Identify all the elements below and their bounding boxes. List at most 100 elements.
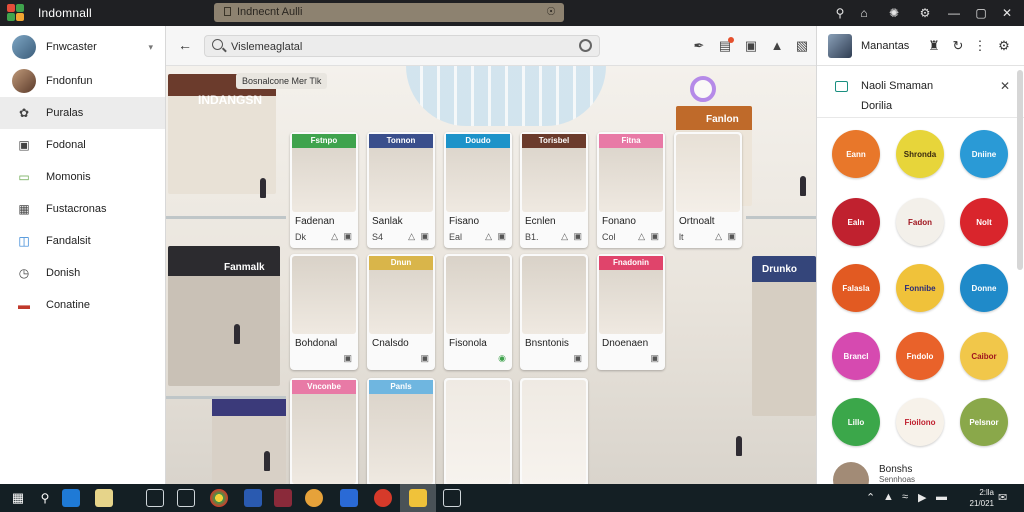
image-icon[interactable]: ▣: [742, 37, 760, 55]
right-panel-footer[interactable]: Bonshs Sennhoas: [817, 458, 1017, 498]
calendar-app-icon[interactable]: [177, 489, 195, 507]
bookmark-icon[interactable]: △: [638, 231, 645, 242]
browser-app-icon[interactable]: [62, 489, 80, 507]
battery-icon[interactable]: ▬: [936, 491, 947, 503]
bookmark-icon[interactable]: △: [485, 231, 492, 242]
more-icon[interactable]: ▣: [420, 231, 429, 242]
collapse-icon[interactable]: ✕: [1000, 79, 1010, 93]
gallery-card[interactable]: Doudo Fisano Eal △ ▣: [444, 132, 512, 248]
search-box[interactable]: [204, 35, 600, 57]
notes-icon[interactable]: ▤: [716, 37, 734, 55]
chevron-up-icon[interactable]: ⌃: [866, 491, 875, 504]
highlight-ring-icon[interactable]: [690, 76, 716, 102]
sidebar-item-puralas[interactable]: ✿ Puralas: [0, 97, 165, 129]
sticker-item[interactable]: Fonnibe: [896, 264, 944, 312]
network-icon[interactable]: ▲: [883, 491, 894, 503]
address-bar[interactable]: Indnecnt Aulli ☉: [214, 3, 564, 22]
home-icon[interactable]: ⌂: [855, 4, 873, 22]
more-vertical-icon[interactable]: ⋮: [971, 37, 989, 55]
gallery-card[interactable]: Fitna Fonano Col △ ▣: [597, 132, 665, 248]
gallery-card[interactable]: Fstnpo Fadenan Dk △ ▣: [290, 132, 358, 248]
music-app-icon[interactable]: [374, 489, 392, 507]
gallery-card[interactable]: Tonnon Sanlak S4 △ ▣: [367, 132, 435, 248]
sticker-item[interactable]: Brancl: [832, 332, 880, 380]
notification-icon[interactable]: ✉: [998, 491, 1007, 504]
mall-image-viewer[interactable]: INDANGSN Fanmalk Fanlon Drunko Bosnalcon…: [166, 66, 816, 484]
sticker-item[interactable]: Nolt: [960, 198, 1008, 246]
compass-icon[interactable]: ✺: [885, 4, 903, 22]
start-menu-icon[interactable]: ▦: [9, 489, 27, 507]
more-icon[interactable]: ▣: [497, 231, 506, 242]
more-icon[interactable]: ▣: [573, 353, 582, 364]
scrollbar[interactable]: [1017, 70, 1023, 270]
more-icon[interactable]: ▣: [650, 231, 659, 242]
gallery-card[interactable]: Bohdonal ▣: [290, 254, 358, 370]
sidebar-item-conatine[interactable]: ▬ Conatine: [0, 289, 165, 321]
bookmark-icon[interactable]: △: [408, 231, 415, 242]
bookmark-icon[interactable]: △: [331, 231, 338, 242]
gallery-card[interactable]: Ortnoalt lt △ ▣: [674, 132, 742, 248]
sidebar-item-profile[interactable]: Fnwcaster ▾: [0, 31, 165, 63]
sticker-item[interactable]: Falasla: [832, 264, 880, 312]
share-icon[interactable]: ▲: [768, 37, 786, 55]
check-icon[interactable]: ◉: [498, 353, 506, 364]
sidebar-item-fandalsit[interactable]: ◫ Fandalsit: [0, 225, 165, 257]
minimize-button[interactable]: —: [945, 4, 963, 22]
more-icon[interactable]: ▣: [573, 231, 582, 242]
gallery-card[interactable]: Bnsntonis ▣: [520, 254, 588, 370]
wifi-icon[interactable]: ≈: [902, 491, 908, 503]
shield-icon[interactable]: ♜: [925, 37, 943, 55]
gear-icon[interactable]: ⚙: [995, 37, 1013, 55]
gallery-card[interactable]: Fnadonin Dnoenaen ▣: [597, 254, 665, 370]
sticker-item[interactable]: Fadon: [896, 198, 944, 246]
gallery-card[interactable]: [520, 378, 588, 484]
sticker-item[interactable]: Lillo: [832, 398, 880, 446]
system-clock[interactable]: 2:lla 21/021: [954, 487, 994, 509]
more-icon[interactable]: ▣: [343, 231, 352, 242]
sidebar-item-fustacronas[interactable]: ▦ Fustacronas: [0, 193, 165, 225]
file-explorer-icon[interactable]: [409, 489, 427, 507]
sidebar-item-donish[interactable]: ◷ Donish: [0, 257, 165, 289]
volume-icon[interactable]: ▶: [918, 491, 926, 504]
media-app-icon[interactable]: [274, 489, 292, 507]
filter-icon[interactable]: [579, 39, 592, 52]
bookmark-icon[interactable]: △: [715, 231, 722, 242]
gallery-card[interactable]: Fisonola ◉: [444, 254, 512, 370]
bookmark-icon[interactable]: △: [561, 231, 568, 242]
sidebar-item-momonis[interactable]: ▭ Momonis: [0, 161, 165, 193]
more-icon[interactable]: ▣: [650, 353, 659, 364]
gallery-card[interactable]: Vnconbe: [290, 378, 358, 484]
sticker-item[interactable]: Shronda: [896, 130, 944, 178]
sticker-item[interactable]: Dniine: [960, 130, 1008, 178]
gallery-card[interactable]: Panls: [367, 378, 435, 484]
sticker-item[interactable]: Ealn: [832, 198, 880, 246]
chevron-down-icon[interactable]: ▾: [148, 42, 153, 53]
notes-app-icon[interactable]: [95, 489, 113, 507]
gallery-card[interactable]: Dnun Cnalsdo ▣: [367, 254, 435, 370]
sticker-item[interactable]: Eann: [832, 130, 880, 178]
editor-app-icon[interactable]: [340, 489, 358, 507]
more-icon[interactable]: ▣: [343, 353, 352, 364]
sticker-item[interactable]: Caibor: [960, 332, 1008, 380]
close-button[interactable]: ✕: [998, 4, 1016, 22]
word-app-icon[interactable]: [244, 489, 262, 507]
sticker-item[interactable]: Donne: [960, 264, 1008, 312]
gallery-card[interactable]: [444, 378, 512, 484]
security-app-icon[interactable]: [443, 489, 461, 507]
sticker-item[interactable]: Fioilono: [896, 398, 944, 446]
photos-app-icon[interactable]: [305, 489, 323, 507]
chrome-app-icon[interactable]: [210, 489, 228, 507]
avatar[interactable]: [828, 34, 852, 58]
back-arrow-icon[interactable]: ←: [176, 36, 194, 54]
sidebar-item-account[interactable]: Fndonfun: [0, 65, 165, 97]
search-icon[interactable]: ⚲: [36, 489, 54, 507]
refresh-icon[interactable]: ↻: [949, 37, 967, 55]
store-app-icon[interactable]: [146, 489, 164, 507]
sticker-item[interactable]: Pelsnor: [960, 398, 1008, 446]
maximize-button[interactable]: ▢: [972, 4, 990, 22]
settings-icon[interactable]: ⚙: [916, 4, 934, 22]
sticker-item[interactable]: Fndolo: [896, 332, 944, 380]
search-icon[interactable]: ⚲: [831, 4, 849, 22]
more-icon[interactable]: ▣: [727, 231, 736, 242]
pin-icon[interactable]: ✒: [690, 37, 708, 55]
